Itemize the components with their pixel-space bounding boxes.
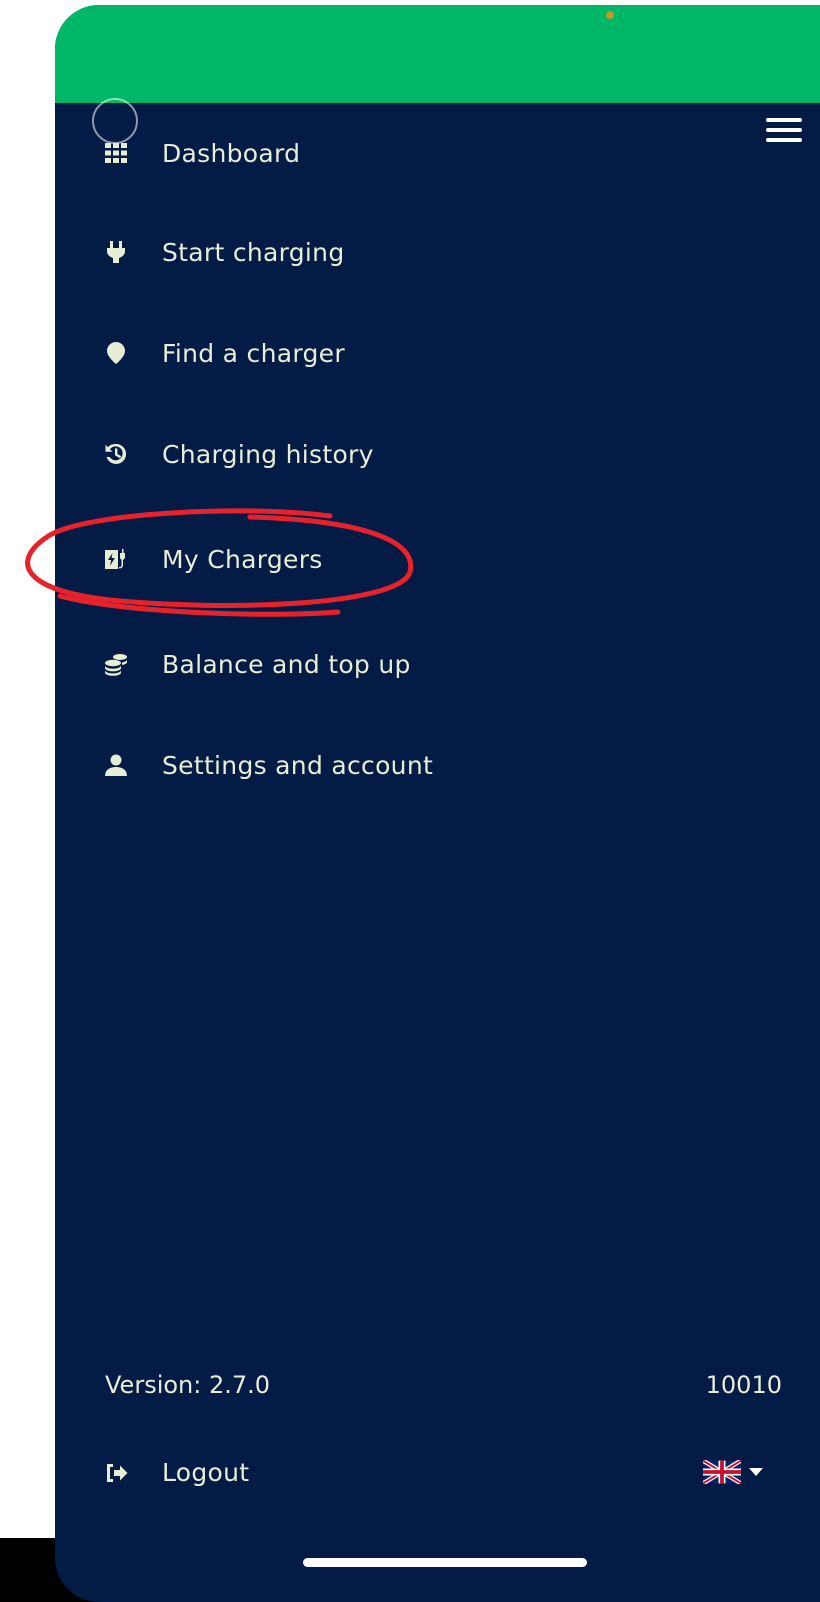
menu-item-dashboard[interactable]: Dashboard (55, 118, 615, 188)
logout-button[interactable]: Logout (55, 1438, 455, 1508)
hamburger-menu-icon[interactable] (766, 118, 802, 146)
menu-item-settings-account[interactable]: Settings and account (55, 730, 615, 800)
menu-label: Find a charger (162, 338, 345, 368)
menu-item-my-chargers[interactable]: My Chargers (55, 524, 615, 594)
map-pin-icon (103, 340, 129, 366)
menu-label: Dashboard (162, 138, 301, 168)
home-indicator[interactable] (303, 1558, 587, 1567)
language-selector[interactable] (703, 1457, 783, 1487)
menu-label: Charging history (162, 439, 374, 469)
menu-label: Settings and account (162, 750, 434, 780)
charging-station-icon (103, 546, 129, 572)
menu-item-find-charger[interactable]: Find a charger (55, 318, 615, 388)
top-bar (55, 5, 820, 103)
coins-icon (103, 651, 129, 677)
plug-icon (103, 239, 129, 265)
chevron-down-icon (749, 1468, 763, 1476)
user-icon (103, 752, 129, 778)
logout-label: Logout (162, 1458, 250, 1487)
menu-label: Balance and top up (162, 649, 411, 679)
camera-dot (606, 11, 614, 19)
menu-label: Start charging (162, 237, 345, 267)
uk-flag-icon (703, 1460, 741, 1484)
app-version: Version: 2.7.0 (105, 1371, 271, 1399)
menu-item-charging-history[interactable]: Charging history (55, 419, 615, 489)
build-number: 10010 (705, 1371, 782, 1399)
menu-item-start-charging[interactable]: Start charging (55, 217, 615, 287)
grid-icon (103, 140, 129, 166)
history-icon (103, 441, 129, 467)
menu-item-balance-top-up[interactable]: Balance and top up (55, 629, 615, 699)
logout-icon (103, 1460, 129, 1486)
menu-label: My Chargers (162, 544, 323, 574)
app-screen: Dashboard Start charging Find a charger … (55, 5, 820, 1602)
